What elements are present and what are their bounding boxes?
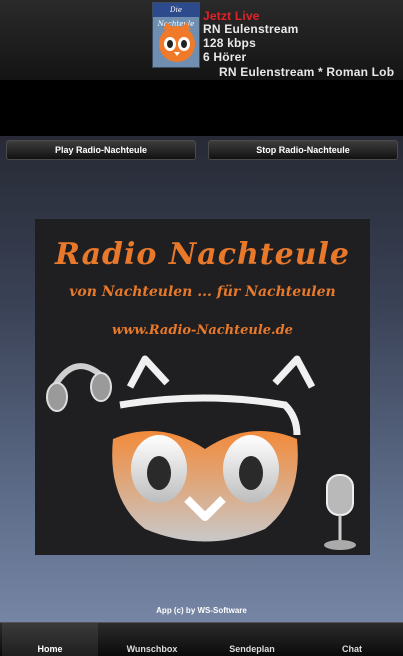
bottom-tab-bar: Home Wunschbox Sendeplan Chat [0,622,403,656]
live-label: Jetzt Live [203,9,260,23]
banner-url: www.Radio-Nachteule.de [112,323,293,338]
bitrate-label: 128 kbps [203,36,256,50]
header: Die Nachteule Jetzt Live RN Eulenstream … [0,0,403,136]
owl-logo-icon [159,22,195,62]
microphone-icon [324,474,356,550]
copyright-note: App (c) by WS-Software [156,606,247,615]
banner-slogan: von Nachteulen ... für Nachteulen [69,284,336,300]
tab-chat[interactable]: Chat [302,623,402,656]
owl-artwork [46,355,356,550]
station-banner: Radio Nachteule von Nachteulen ... für N… [35,219,370,555]
station-logo: Die Nachteule [152,2,200,68]
stream-info-panel: Die Nachteule Jetzt Live RN Eulenstream … [0,0,403,80]
play-button[interactable]: Play Radio-Nachteule [6,140,196,160]
now-playing-ticker: RN Eulenstream * Roman Lob [219,65,395,79]
station-name: RN Eulenstream [203,22,299,36]
tab-wunschbox[interactable]: Wunschbox [102,623,202,656]
listener-count: 6 Hörer [203,50,247,64]
headphones-icon [46,363,112,412]
banner-title: Radio Nachteule [54,237,351,272]
tab-sendeplan[interactable]: Sendeplan [202,623,302,656]
stop-button[interactable]: Stop Radio-Nachteule [208,140,398,160]
tab-home[interactable]: Home [2,623,98,656]
logo-label: Die Nachteule [153,3,199,28]
